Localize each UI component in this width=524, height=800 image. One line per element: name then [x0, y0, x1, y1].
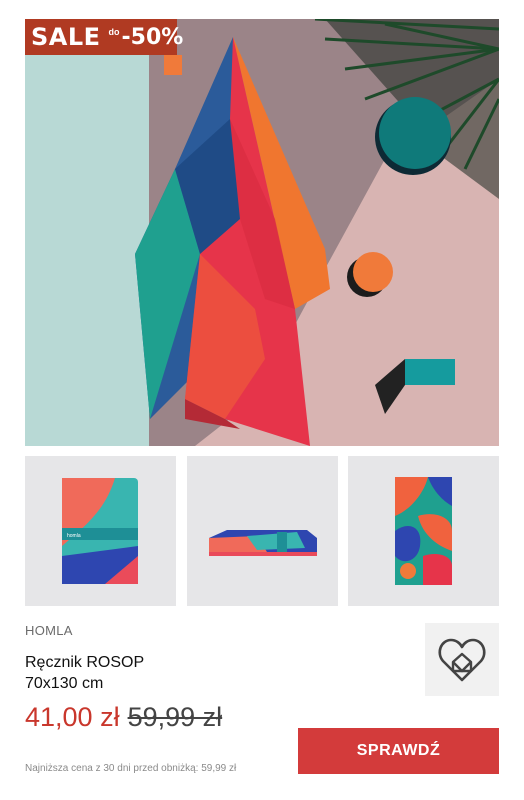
product-main-image[interactable]	[25, 19, 499, 446]
favorite-button[interactable]	[425, 623, 499, 696]
lowest-price-note: Najniższa cena z 30 dni przed obniżką: 5…	[25, 763, 237, 774]
thumbnail-folded-towel[interactable]: homla	[25, 456, 176, 606]
price-row: 41,00 zł 59,99 zł	[25, 702, 222, 733]
sale-badge-prefix: do	[108, 27, 120, 37]
sale-badge: SALE do -50%	[25, 19, 183, 55]
svg-text:homla: homla	[67, 533, 81, 539]
product-name[interactable]: Ręcznik ROSOP 70x130 cm	[25, 652, 285, 694]
heart-home-icon	[438, 638, 486, 681]
price-old: 59,99 zł	[127, 702, 223, 732]
sale-badge-percent: -50%	[121, 24, 184, 50]
thumbnail-flat-towel[interactable]	[348, 456, 499, 606]
price-current: 41,00 zł	[25, 702, 120, 732]
thumbnail-rolled-towel[interactable]	[187, 456, 338, 606]
product-name-line1: Ręcznik ROSOP	[25, 654, 145, 671]
sale-badge-word: SALE	[31, 23, 101, 51]
check-button[interactable]: SPRAWDŹ	[298, 728, 499, 774]
product-name-line2: 70x130 cm	[25, 675, 104, 692]
product-brand[interactable]: HOMLA	[25, 623, 73, 638]
